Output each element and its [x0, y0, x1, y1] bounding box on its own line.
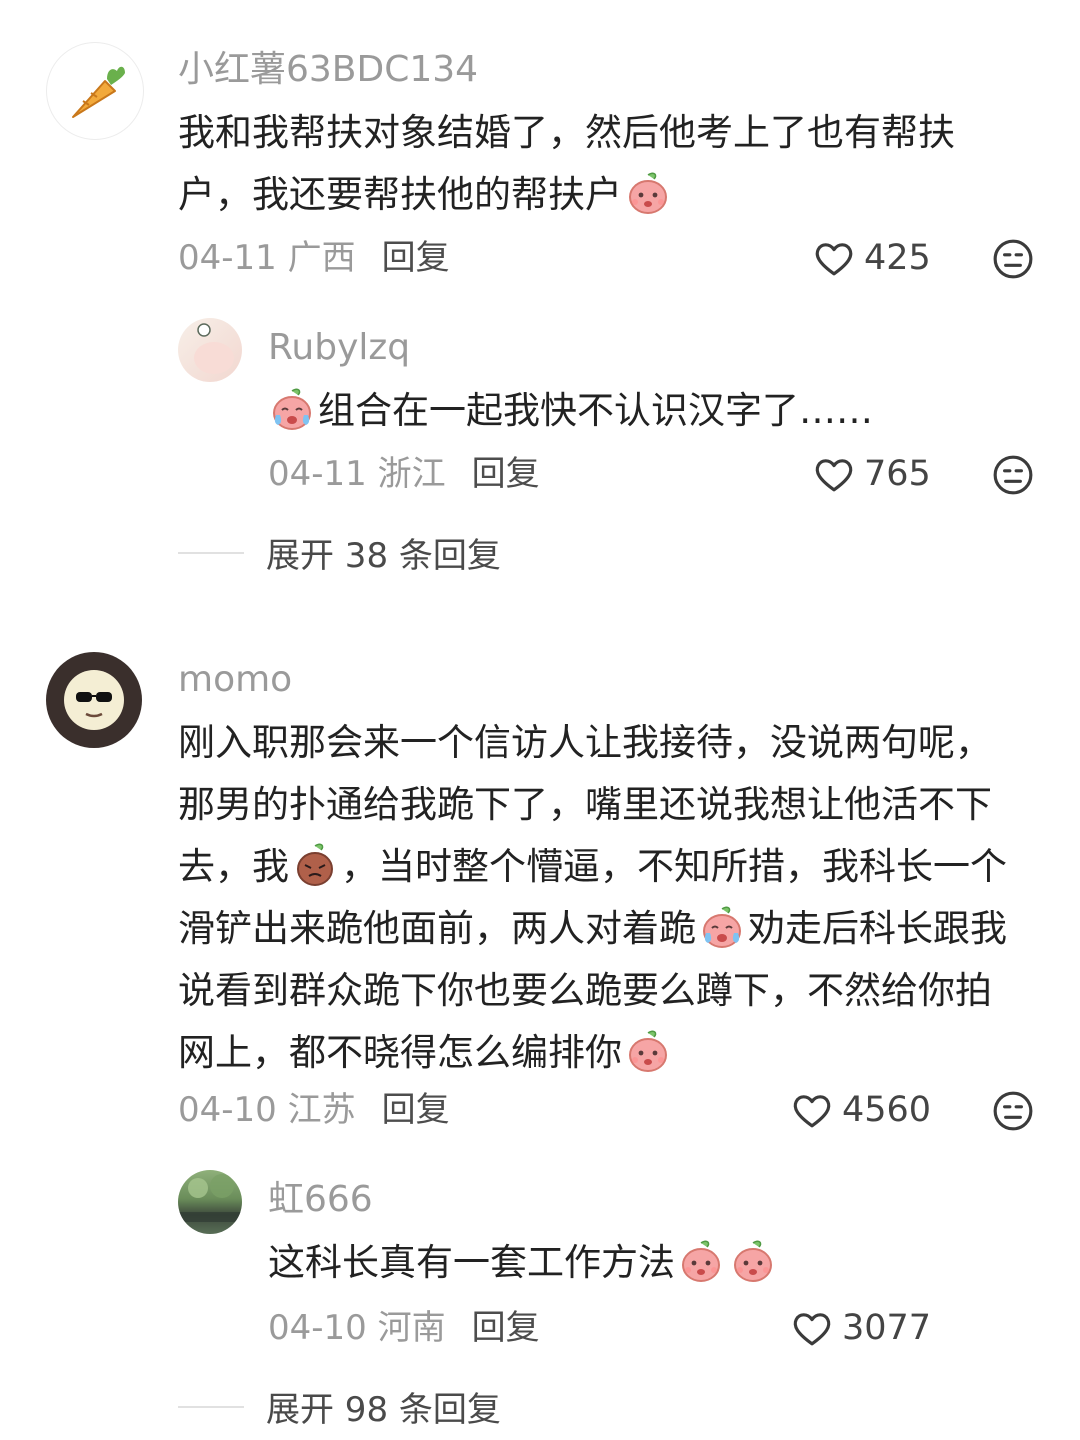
comment-meta: 04-10 江苏 回复 — [178, 1090, 450, 1130]
comment-meta: 04-11 广西 回复 — [178, 238, 450, 278]
comment-text-line: 我和我帮扶对象结婚了，然后他考上了也有帮扶 — [178, 111, 955, 154]
avatar[interactable] — [46, 652, 142, 748]
shocked-peach-sticker-icon — [734, 1240, 772, 1282]
landscape-photo-icon — [178, 1174, 242, 1222]
heart-outline-icon — [815, 459, 853, 492]
comment-text-line: 那男的扑通给我跪下了，嘴里还说我想让他活不下 — [178, 783, 992, 826]
divider — [178, 551, 244, 554]
angry-brown-sticker-icon — [297, 843, 333, 886]
heart-outline-icon — [815, 243, 853, 276]
reply-meta: 04-10 河南 回复 — [268, 1308, 540, 1348]
divider — [178, 1405, 244, 1408]
reply-date-location: 04-10 河南 — [268, 1308, 446, 1348]
comment-text: 刚入职那会来一个信访人让我接待，没说两句呢， 那男的扑通给我跪下了，嘴里还说我想… — [178, 712, 1048, 1084]
comment-username[interactable]: 小红薯63BDC134 — [178, 48, 478, 92]
crying-peach-sticker-icon — [273, 388, 311, 430]
neutral-face-icon[interactable] — [992, 1090, 1034, 1132]
heart-outline-icon — [793, 1313, 831, 1346]
avatar-image-icon — [194, 323, 234, 374]
comment-username[interactable]: momo — [178, 658, 292, 702]
reply-text: 组合在一起我快不认识汉字了…… — [268, 380, 1028, 442]
like-button[interactable]: 3077 — [790, 1308, 931, 1348]
comment-text-line: 刚入职那会来一个信访人让我接待，没说两句呢， — [178, 721, 992, 764]
comment-date-location: 04-10 江苏 — [178, 1090, 356, 1130]
neutral-face-icon[interactable] — [992, 238, 1034, 280]
crying-peach-sticker-icon — [703, 906, 741, 948]
expand-replies-button[interactable]: 展开 98 条回复 — [178, 1382, 501, 1431]
reply-username[interactable]: Rubylzq — [268, 326, 410, 370]
expand-replies-button[interactable]: 展开 38 条回复 — [178, 528, 501, 577]
reply-button[interactable]: 回复 — [472, 1308, 540, 1348]
like-button[interactable]: 425 — [812, 238, 931, 278]
neutral-face-icon[interactable] — [992, 454, 1034, 496]
shocked-peach-sticker-icon — [629, 1030, 667, 1072]
comment-text-line: 网上，都不晓得怎么编排你 — [178, 1022, 1048, 1084]
sunglasses-face-icon — [64, 670, 124, 730]
peach-sticker-icon — [629, 172, 667, 214]
comment-text-line: 说看到群众跪下你也要么跪要么蹲下，不然给你拍 — [178, 969, 992, 1012]
expand-replies-label: 展开 38 条回复 — [266, 536, 501, 576]
heart-outline-icon — [793, 1095, 831, 1128]
reply-avatar[interactable] — [178, 1170, 242, 1234]
reply-avatar[interactable] — [178, 318, 242, 382]
reply-text: 这科长真有一套工作方法 — [268, 1232, 1028, 1294]
comment-text-line: 去，我 ，当时整个懵逼，不知所措，我科长一个 — [178, 836, 1048, 898]
reply-date-location: 04-11 浙江 — [268, 454, 446, 494]
reply-button[interactable]: 回复 — [382, 238, 450, 278]
shocked-peach-sticker-icon — [682, 1240, 720, 1282]
like-button[interactable]: 765 — [812, 454, 931, 494]
like-count: 425 — [864, 238, 931, 278]
like-count: 3077 — [842, 1308, 932, 1348]
comment-text: 我和我帮扶对象结婚了，然后他考上了也有帮扶 户，我还要帮扶他的帮扶户 — [178, 102, 1028, 226]
avatar[interactable] — [46, 42, 144, 140]
like-count: 765 — [864, 454, 931, 494]
like-button[interactable]: 4560 — [790, 1090, 931, 1130]
reply-meta: 04-11 浙江 回复 — [268, 454, 540, 494]
comment-text-line: 滑铲出来跪他面前，两人对着跪 劝走后科长跟我 — [178, 898, 1048, 960]
comment-text-line: 户，我还要帮扶他的帮扶户 — [178, 164, 1028, 226]
carrot-icon — [72, 66, 125, 118]
like-count: 4560 — [842, 1090, 932, 1130]
reply-button[interactable]: 回复 — [472, 454, 540, 494]
expand-replies-label: 展开 98 条回复 — [266, 1390, 501, 1430]
reply-username[interactable]: 虹666 — [268, 1178, 373, 1222]
comment-date-location: 04-11 广西 — [178, 238, 356, 278]
reply-button[interactable]: 回复 — [382, 1090, 450, 1130]
